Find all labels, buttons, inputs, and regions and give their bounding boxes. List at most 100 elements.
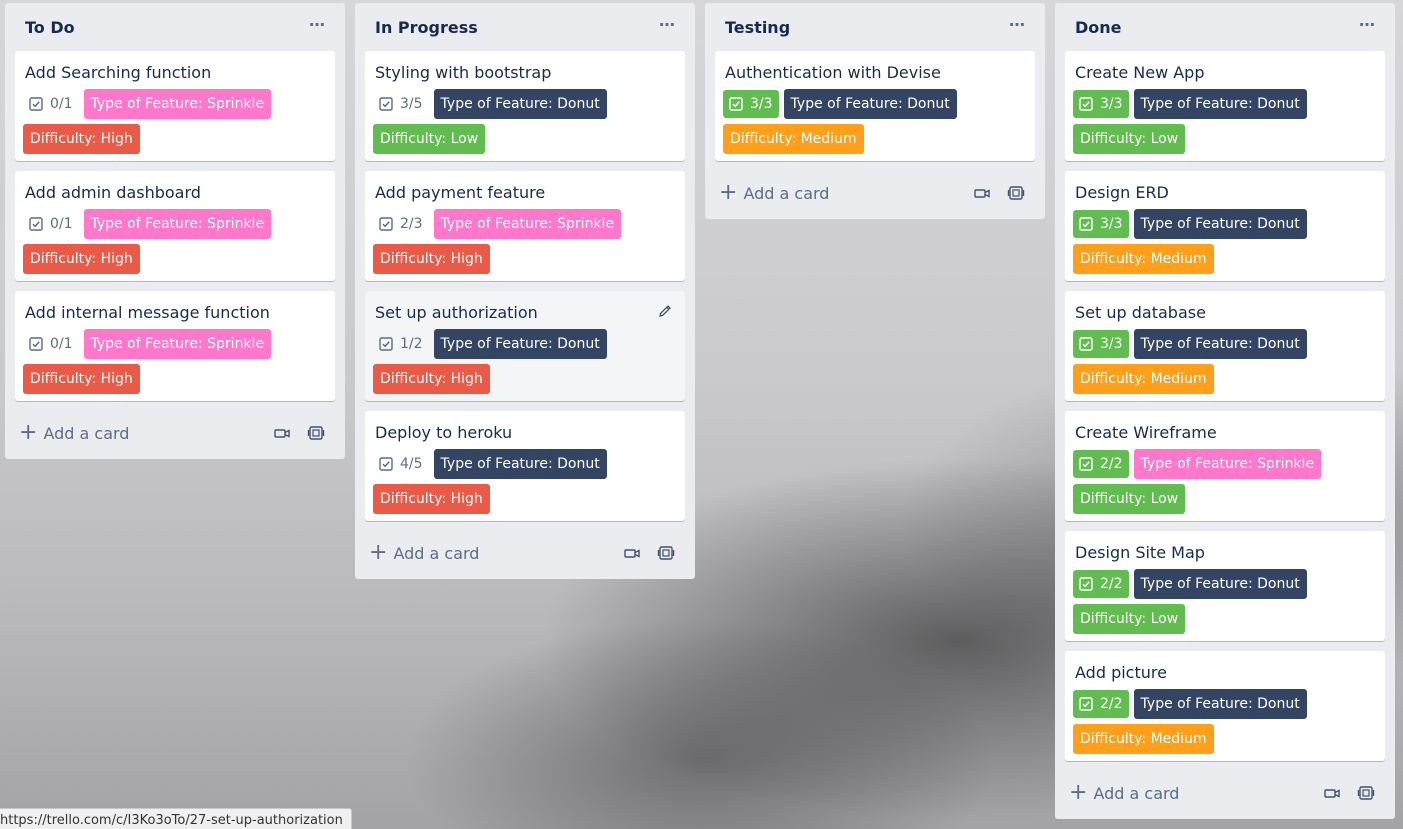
list-title[interactable]: In Progress	[375, 18, 478, 37]
card-template-icon[interactable]	[1007, 184, 1027, 204]
card[interactable]: Design Site Map 2/2 Type of Feature: Donut…	[1065, 531, 1385, 641]
feature-label[interactable]: Type of Feature: Sprinkle	[83, 89, 272, 119]
feature-label[interactable]: Type of Feature: Sprinkle	[83, 329, 272, 359]
checklist-icon	[1079, 217, 1100, 231]
pencil-icon[interactable]	[657, 303, 673, 319]
add-card-label: Add a card	[393, 543, 480, 563]
difficulty-label[interactable]: Difficulty: Medium	[1073, 244, 1214, 274]
feature-label[interactable]: Type of Feature: Sprinkle	[433, 209, 622, 239]
difficulty-label[interactable]: Difficulty: High	[23, 244, 140, 274]
difficulty-label[interactable]: Difficulty: High	[23, 124, 140, 154]
difficulty-label[interactable]: Difficulty: High	[373, 244, 490, 274]
feature-label[interactable]: Type of Feature: Donut	[1133, 209, 1307, 239]
feature-label[interactable]: Type of Feature: Donut	[1133, 569, 1307, 599]
card[interactable]: Authentication with Devise 3/3 Type of Fea…	[715, 51, 1035, 161]
list-title[interactable]: To Do	[25, 18, 75, 37]
list-to-do: To Do … Add Searching function 0/1 Type of F…	[5, 3, 345, 459]
feature-label[interactable]: Type of Feature: Donut	[433, 329, 607, 359]
card[interactable]: Deploy to heroku 4/5 Type of Feature: Donu…	[365, 411, 685, 521]
card-title: Add Searching function	[25, 63, 212, 82]
difficulty-label[interactable]: Difficulty: Low	[1073, 604, 1186, 634]
card[interactable]: Create Wireframe 2/2 Type of Feature: Spri…	[1065, 411, 1385, 521]
checklist-count: 1/2	[400, 336, 423, 352]
card[interactable]: Add payment feature 2/3 Type of Feature: S…	[365, 171, 685, 281]
card-labels: Difficulty: Medium	[1073, 724, 1375, 754]
card-badges: 3/3 Type of Feature: Donut	[723, 89, 1025, 119]
card[interactable]: Styling with bootstrap 3/5 Type of Feature…	[365, 51, 685, 161]
card-title: Add picture	[1075, 663, 1167, 682]
add-card-button[interactable]: + Add a card	[369, 539, 479, 567]
card-badges: 3/5 Type of Feature: Donut	[373, 89, 675, 119]
feature-label[interactable]: Type of Feature: Sprinkle	[83, 209, 272, 239]
add-card-button[interactable]: + Add a card	[719, 179, 829, 207]
card-title: Create Wireframe	[1075, 423, 1217, 442]
add-card-button[interactable]: + Add a card	[1069, 779, 1179, 807]
checklist-count: 0/1	[50, 96, 73, 112]
card-title: Add payment feature	[375, 183, 546, 202]
list-header: Testing …	[705, 3, 1045, 51]
difficulty-label[interactable]: Difficulty: High	[373, 364, 490, 394]
card-badges: 2/3 Type of Feature: Sprinkle	[373, 209, 675, 239]
list-title[interactable]: Testing	[725, 18, 790, 37]
difficulty-label[interactable]: Difficulty: Low	[1073, 124, 1186, 154]
list-menu-icon[interactable]: …	[1009, 13, 1029, 31]
add-card-label: Add a card	[43, 423, 130, 443]
list-menu-icon[interactable]: …	[309, 13, 329, 31]
difficulty-label[interactable]: Difficulty: High	[373, 484, 490, 514]
list-menu-icon[interactable]: …	[1359, 13, 1379, 31]
feature-label[interactable]: Type of Feature: Donut	[1133, 689, 1307, 719]
feature-label[interactable]: Type of Feature: Sprinkle	[1133, 449, 1322, 479]
card[interactable]: Set up authorization 1/2 Type of Feature: …	[365, 291, 685, 401]
card-badges: 2/2 Type of Feature: Donut	[1073, 689, 1375, 719]
list-header: Done …	[1055, 3, 1395, 51]
feature-label[interactable]: Type of Feature: Donut	[783, 89, 957, 119]
difficulty-label[interactable]: Difficulty: Low	[373, 124, 486, 154]
card-list: Styling with bootstrap 3/5 Type of Feature…	[355, 51, 695, 521]
card[interactable]: Design ERD 3/3 Type of Feature: Donut Diffi…	[1065, 171, 1385, 281]
checklist-badge: 0/1	[23, 210, 79, 238]
video-icon[interactable]	[273, 424, 293, 444]
card-badges: 3/3 Type of Feature: Donut	[1073, 329, 1375, 359]
card-template-icon[interactable]	[307, 424, 327, 444]
feature-label[interactable]: Type of Feature: Donut	[433, 89, 607, 119]
card[interactable]: Create New App 3/3 Type of Feature: Donut D…	[1065, 51, 1385, 161]
difficulty-label[interactable]: Difficulty: Low	[1073, 484, 1186, 514]
checklist-count: 3/3	[1100, 336, 1123, 352]
difficulty-label[interactable]: Difficulty: High	[23, 364, 140, 394]
card-template-icon[interactable]	[657, 544, 677, 564]
feature-label[interactable]: Type of Feature: Donut	[433, 449, 607, 479]
card-labels: Difficulty: Low	[1073, 124, 1375, 154]
card[interactable]: Add internal message function 0/1 Type of …	[15, 291, 335, 401]
checklist-icon	[29, 217, 50, 231]
checklist-icon	[29, 97, 50, 111]
card-badges: 0/1 Type of Feature: Sprinkle	[23, 329, 325, 359]
board: To Do … Add Searching function 0/1 Type of F…	[0, 0, 1403, 829]
card-title: Deploy to heroku	[375, 423, 513, 442]
video-icon[interactable]	[1323, 784, 1343, 804]
list-title[interactable]: Done	[1075, 18, 1122, 37]
video-icon[interactable]	[973, 184, 993, 204]
card-title: Design Site Map	[1075, 543, 1205, 562]
video-icon[interactable]	[623, 544, 643, 564]
difficulty-label[interactable]: Difficulty: Medium	[1073, 364, 1214, 394]
difficulty-label[interactable]: Difficulty: Medium	[723, 124, 864, 154]
list-header: To Do …	[5, 3, 345, 51]
checklist-count: 3/3	[1100, 96, 1123, 112]
checklist-count: 4/5	[400, 456, 423, 472]
feature-label[interactable]: Type of Feature: Donut	[1133, 89, 1307, 119]
card[interactable]: Add admin dashboard 0/1 Type of Feature: S…	[15, 171, 335, 281]
checklist-badge: 1/2	[373, 330, 429, 358]
add-card-button[interactable]: + Add a card	[19, 419, 129, 447]
card-title: Create New App	[1075, 63, 1205, 82]
add-card-area: + Add a card	[705, 171, 1045, 219]
feature-label[interactable]: Type of Feature: Donut	[1133, 329, 1307, 359]
difficulty-label[interactable]: Difficulty: Medium	[1073, 724, 1214, 754]
card-template-icon[interactable]	[1357, 784, 1377, 804]
card-badges: 2/2 Type of Feature: Donut	[1073, 569, 1375, 599]
card[interactable]: Add picture 2/2 Type of Feature: Donut Diff…	[1065, 651, 1385, 761]
list-menu-icon[interactable]: …	[659, 13, 679, 31]
card[interactable]: Set up database 3/3 Type of Feature: Donut…	[1065, 291, 1385, 401]
checklist-count: 2/2	[1100, 456, 1123, 472]
card[interactable]: Add Searching function 0/1 Type of Feature…	[15, 51, 335, 161]
checklist-count: 2/3	[400, 216, 423, 232]
